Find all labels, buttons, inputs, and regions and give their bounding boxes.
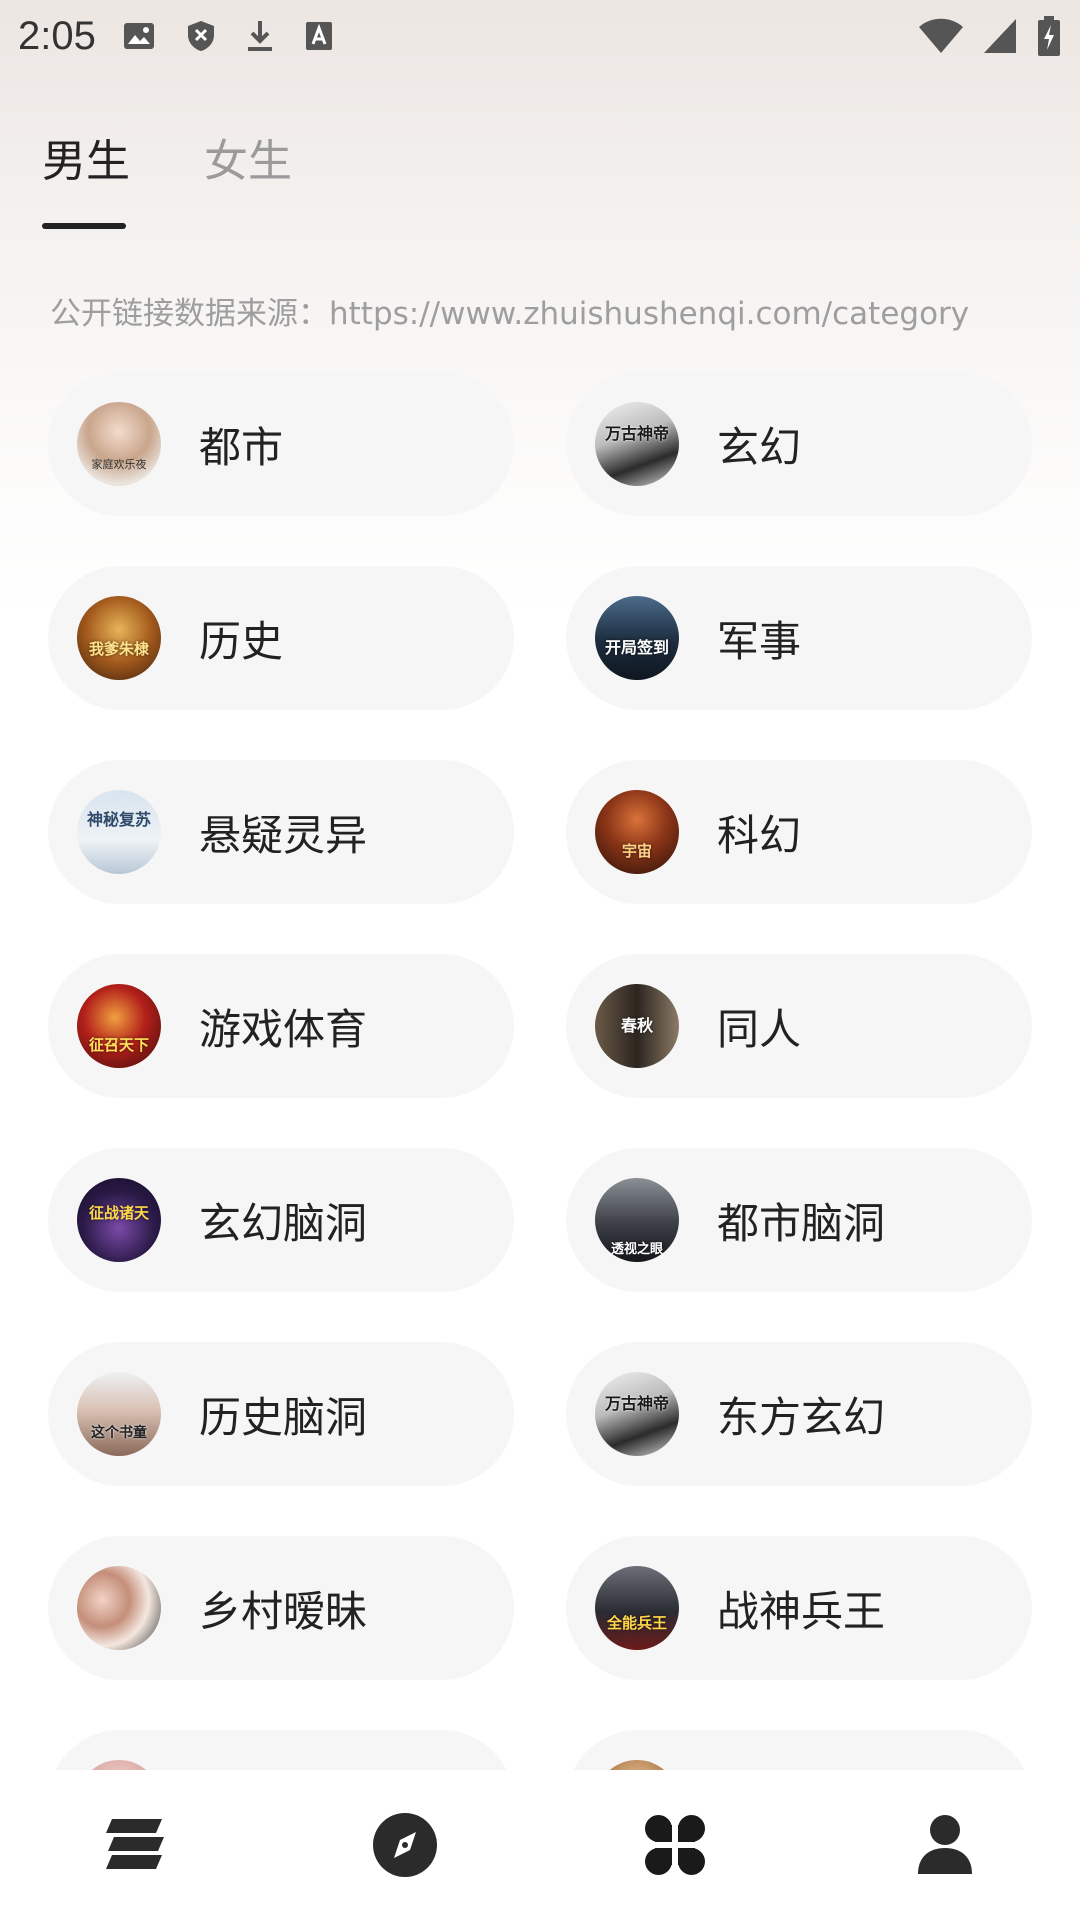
- tab-male[interactable]: 男生: [42, 125, 130, 229]
- category-cover-image: [77, 1760, 161, 1770]
- category-label: 玄幻脑洞: [199, 1198, 368, 1248]
- category-item-partial[interactable]: [566, 1730, 1032, 1770]
- category-item-xiangcun[interactable]: 乡村暧昧: [48, 1536, 514, 1680]
- category-item-kehuan[interactable]: 宇宙 科幻: [566, 760, 1032, 904]
- category-item-lishi-naodong[interactable]: 这个书童 历史脑洞: [48, 1342, 514, 1486]
- category-label: 游戏体育: [199, 1004, 368, 1054]
- category-label: 都市: [199, 422, 284, 472]
- category-label: 都市脑洞: [717, 1198, 886, 1248]
- category-item-tongren[interactable]: 春秋 同人: [566, 954, 1032, 1098]
- category-cover-image: 透视之眼: [595, 1178, 679, 1262]
- category-cover-image: 神秘复苏: [77, 790, 161, 874]
- category-item-lishi[interactable]: 我爹朱棣 历史: [48, 566, 514, 710]
- nav-bookshelf[interactable]: [0, 1770, 270, 1920]
- category-grid: 家庭欢乐夜 都市 万古神帝 玄幻 我爹朱棣 历史 开局签到 军事 神秘复苏 悬疑…: [48, 372, 1032, 1770]
- category-cover-image: 万古神帝: [595, 402, 679, 486]
- category-grid-icon: [645, 1815, 705, 1875]
- category-cover-image: 家庭欢乐夜: [77, 402, 161, 486]
- data-source-text: 公开链接数据来源：https://www.zhuishushenqi.com/c…: [50, 296, 970, 332]
- status-bar: 2:05: [0, 0, 1080, 72]
- category-label: 军事: [717, 616, 802, 666]
- category-label: 历史: [199, 616, 284, 666]
- wifi-icon: [919, 18, 963, 53]
- compass-icon: [373, 1813, 437, 1877]
- download-icon: [247, 21, 272, 51]
- nav-category[interactable]: [540, 1770, 810, 1920]
- category-item-xuanyi[interactable]: 神秘复苏 悬疑灵异: [48, 760, 514, 904]
- category-label: 乡村暧昧: [199, 1586, 368, 1636]
- category-item-junshi[interactable]: 开局签到 军事: [566, 566, 1032, 710]
- category-label: 东方玄幻: [717, 1392, 886, 1442]
- category-item-partial[interactable]: [48, 1730, 514, 1770]
- user-icon: [918, 1815, 972, 1874]
- category-label: 战神兵王: [717, 1586, 886, 1636]
- category-item-zhanshen[interactable]: 全能兵王 战神兵王: [566, 1536, 1032, 1680]
- category-item-dushi-naodong[interactable]: 透视之眼 都市脑洞: [566, 1148, 1032, 1292]
- category-cover-image: 这个书童: [77, 1372, 161, 1456]
- category-cover-image: 我爹朱棣: [77, 596, 161, 680]
- category-label: 历史脑洞: [199, 1392, 368, 1442]
- category-label: 玄幻: [717, 422, 802, 472]
- image-icon: [123, 23, 154, 49]
- nav-profile[interactable]: [810, 1770, 1080, 1920]
- category-cover-image: [77, 1566, 161, 1650]
- category-item-dongfang-xuanhuan[interactable]: 万古神帝 东方玄幻: [566, 1342, 1032, 1486]
- category-item-youxi[interactable]: 征召天下 游戏体育: [48, 954, 514, 1098]
- category-cover-image: 开局签到: [595, 596, 679, 680]
- category-item-xuanhuan[interactable]: 万古神帝 玄幻: [566, 372, 1032, 516]
- category-cover-image: [595, 1760, 679, 1770]
- shield-x-icon: [187, 21, 214, 51]
- category-item-dushi[interactable]: 家庭欢乐夜 都市: [48, 372, 514, 516]
- category-label: 悬疑灵异: [199, 810, 368, 860]
- category-cover-image: 全能兵王: [595, 1566, 679, 1650]
- tab-female[interactable]: 女生: [204, 125, 292, 229]
- category-cover-image: 万古神帝: [595, 1372, 679, 1456]
- category-cover-image: 宇宙: [595, 790, 679, 874]
- status-time: 2:05: [18, 13, 96, 58]
- category-label: 科幻: [717, 810, 802, 860]
- battery-charging-icon: [1038, 16, 1060, 56]
- category-label: 同人: [717, 1004, 802, 1054]
- signal-icon: [984, 19, 1016, 53]
- category-cover-image: 征召天下: [77, 984, 161, 1068]
- category-cover-image: 春秋: [595, 984, 679, 1068]
- category-item-xuanhuan-naodong[interactable]: 征战诸天 玄幻脑洞: [48, 1148, 514, 1292]
- category-cover-image: 征战诸天: [77, 1178, 161, 1262]
- nav-discover[interactable]: [270, 1770, 540, 1920]
- font-a-icon: [305, 22, 332, 50]
- bookshelf-icon: [106, 1819, 164, 1869]
- bottom-navigation: [0, 1770, 1080, 1920]
- gender-tabs: 男生 女生: [42, 125, 292, 229]
